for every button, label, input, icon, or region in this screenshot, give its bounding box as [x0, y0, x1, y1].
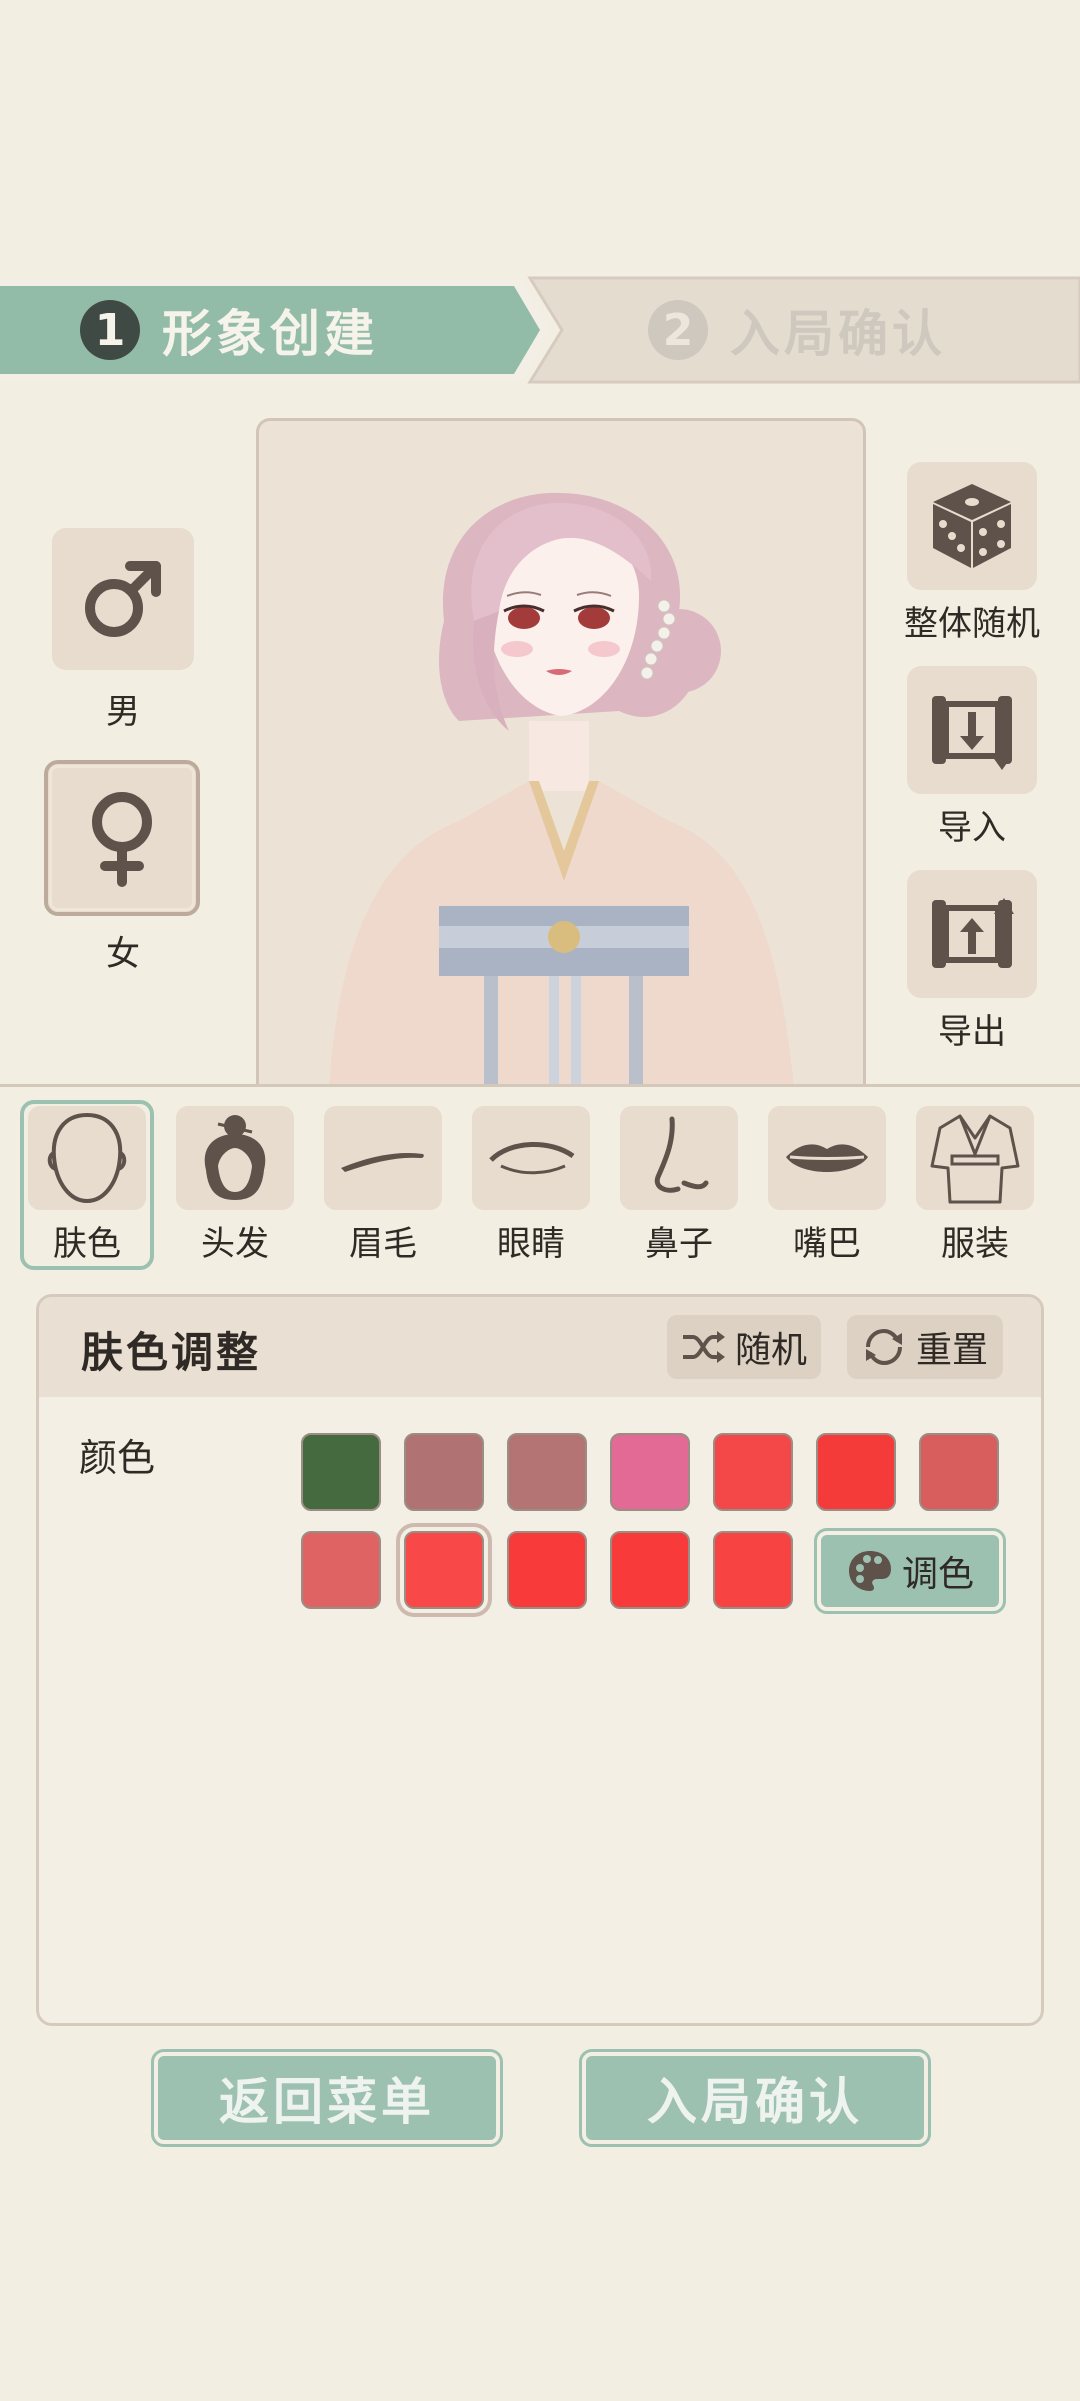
color-swatch[interactable] — [919, 1433, 999, 1511]
step-1-label: 形象创建 — [162, 304, 378, 363]
category-skin[interactable]: 肤色 — [28, 1106, 146, 1265]
import-button[interactable] — [907, 666, 1037, 794]
color-swatch[interactable] — [404, 1531, 484, 1609]
category-nose-label: 鼻子 — [645, 1224, 713, 1264]
lips-icon — [786, 1144, 868, 1172]
palette-icon — [848, 1551, 891, 1591]
category-eyebrow[interactable]: 眉毛 — [324, 1106, 442, 1265]
category-eyes-label: 眼睛 — [497, 1224, 565, 1264]
category-eyes[interactable]: 眼睛 — [472, 1106, 590, 1265]
category-hair-label: 头发 — [201, 1224, 269, 1264]
category-eyebrow-label: 眉毛 — [349, 1224, 417, 1264]
color-swatch[interactable] — [301, 1531, 381, 1609]
step-2-number: 2 — [648, 300, 708, 360]
skin-adjust-panel: 肤色调整 随机 重置 颜色 调色 — [36, 1294, 1044, 2026]
male-label: 男 — [106, 692, 140, 732]
character-illustration — [329, 492, 794, 1084]
category-skin-label: 肤色 — [53, 1224, 121, 1264]
dice-icon — [933, 484, 1011, 568]
export-label: 导出 — [938, 1012, 1006, 1052]
color-swatch[interactable] — [713, 1433, 793, 1511]
category-clothing-label: 服装 — [941, 1224, 1009, 1264]
category-clothing[interactable]: 服装 — [916, 1106, 1034, 1265]
male-button[interactable] — [52, 528, 194, 670]
step-2-label: 入局确认 — [730, 304, 946, 363]
face-outline-icon — [47, 1112, 127, 1204]
step-2-confirm[interactable]: 2 入局确认 — [648, 276, 946, 384]
color-swatch[interactable] — [610, 1433, 690, 1511]
category-hair[interactable]: 头发 — [176, 1106, 294, 1265]
nose-icon — [654, 1116, 709, 1193]
robe-icon — [930, 1114, 1020, 1204]
random-all-button[interactable] — [907, 462, 1037, 590]
color-swatch[interactable] — [816, 1433, 896, 1511]
panel-reset-label: 重置 — [915, 1330, 988, 1371]
divider — [0, 1084, 1080, 1087]
color-swatch[interactable] — [301, 1433, 381, 1511]
color-swatch[interactable] — [713, 1531, 793, 1609]
category-nose[interactable]: 鼻子 — [620, 1106, 738, 1265]
step-bar: 1 形象创建 2 入局确认 — [0, 276, 1080, 384]
back-to-menu-label: 返回菜单 — [219, 2072, 435, 2131]
male-icon — [85, 561, 161, 637]
step-1-number: 1 — [80, 300, 140, 360]
color-swatch[interactable] — [404, 1433, 484, 1511]
import-label: 导入 — [938, 808, 1006, 848]
category-mouth-label: 嘴巴 — [793, 1224, 861, 1264]
reset-icon — [865, 1328, 902, 1366]
export-scroll-icon — [932, 898, 1014, 968]
back-to-menu-button[interactable]: 返回菜单 — [151, 2049, 503, 2147]
color-swatch[interactable] — [507, 1433, 587, 1511]
palette-label: 调色 — [901, 1554, 974, 1595]
panel-random-button[interactable]: 随机 — [667, 1315, 821, 1379]
confirm-enter-label: 入局确认 — [647, 2072, 863, 2131]
shuffle-icon — [682, 1331, 725, 1363]
eye-icon — [489, 1142, 575, 1175]
confirm-enter-button[interactable]: 入局确认 — [579, 2049, 931, 2147]
character-preview — [256, 418, 866, 1084]
color-swatch[interactable] — [507, 1531, 587, 1609]
female-icon — [92, 792, 152, 887]
eyebrow-icon — [341, 1152, 424, 1172]
hair-bun-icon — [204, 1115, 266, 1200]
panel-title: 肤色调整 — [81, 1328, 262, 1377]
panel-header: 肤色调整 随机 重置 — [39, 1297, 1041, 1397]
female-button[interactable] — [44, 760, 200, 916]
random-all-label: 整体随机 — [904, 604, 1040, 644]
female-label: 女 — [106, 934, 140, 974]
panel-reset-button[interactable]: 重置 — [847, 1315, 1003, 1379]
color-label: 颜色 — [79, 1436, 156, 1480]
palette-button[interactable]: 调色 — [814, 1528, 1006, 1614]
export-button[interactable] — [907, 870, 1037, 998]
color-swatch[interactable] — [610, 1531, 690, 1609]
import-scroll-icon — [932, 696, 1012, 770]
panel-random-label: 随机 — [734, 1330, 807, 1371]
category-mouth[interactable]: 嘴巴 — [768, 1106, 886, 1265]
step-1-image-create: 1 形象创建 — [80, 276, 378, 384]
